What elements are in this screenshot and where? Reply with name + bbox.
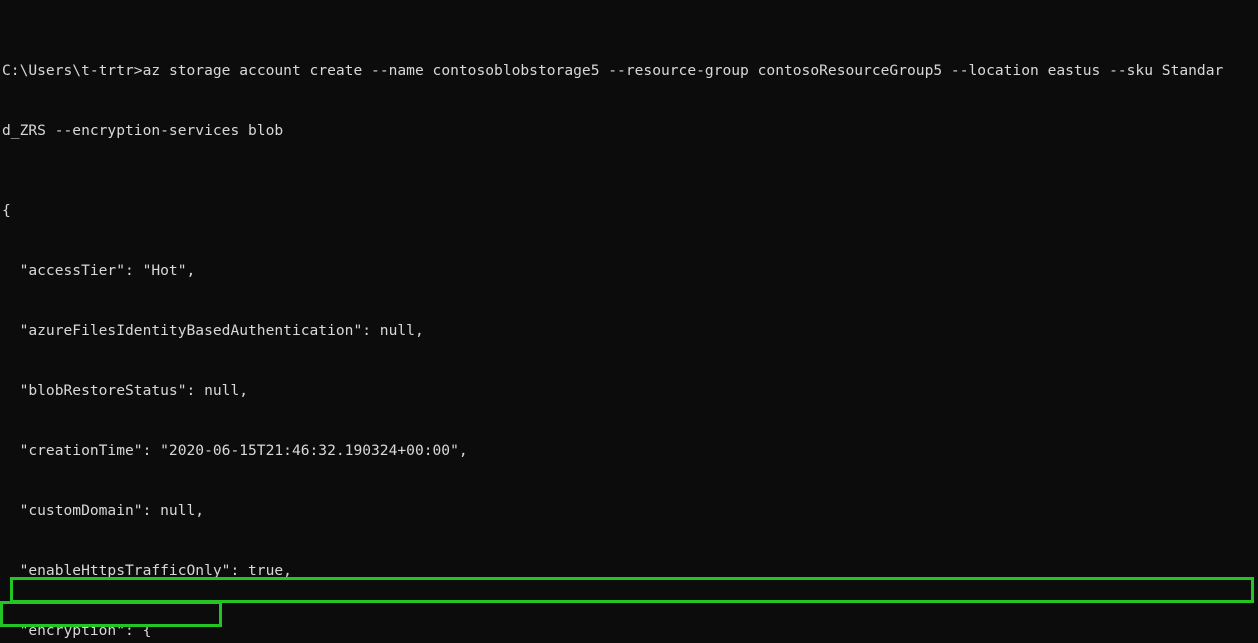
output-line: "blobRestoreStatus": null,: [2, 382, 249, 399]
command-line-wrap: d_ZRS --encryption-services blob: [2, 122, 284, 139]
output-line: "customDomain": null,: [2, 502, 205, 519]
command-text: az storage account create --name contoso…: [142, 62, 1224, 79]
output-line: "encryption": {: [2, 622, 152, 639]
output-line: "enableHttpsTrafficOnly": true,: [2, 562, 292, 579]
command-line: C:\Users\t-trtr>az storage account creat…: [2, 61, 1258, 81]
output-line: "accessTier": "Hot",: [2, 262, 196, 279]
output-line: "creationTime": "2020-06-15T21:46:32.190…: [2, 442, 468, 459]
terminal-window[interactable]: C:\Users\t-trtr>az storage account creat…: [0, 0, 1258, 643]
output-line: {: [2, 202, 11, 219]
shell-prompt: C:\Users\t-trtr>: [2, 62, 143, 79]
output-line: "azureFilesIdentityBasedAuthentication":…: [2, 322, 424, 339]
